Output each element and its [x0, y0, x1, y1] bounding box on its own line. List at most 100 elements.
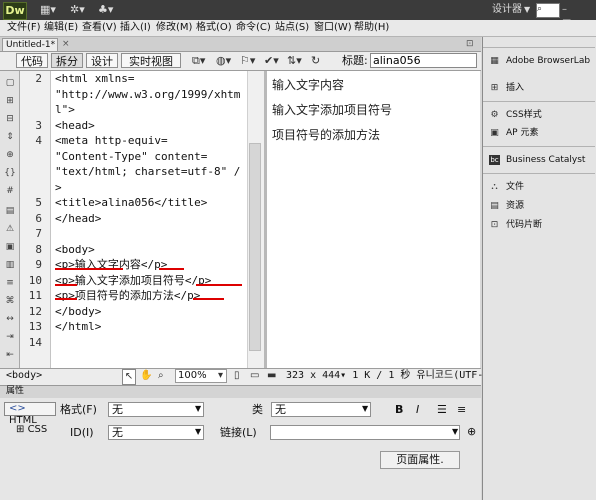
expand-all-icon[interactable]: ⇕ — [4, 131, 16, 143]
move-css-icon[interactable]: ↔ — [4, 313, 16, 325]
layout-menu-icon[interactable]: ▦▾ — [40, 3, 56, 17]
syntax-error-icon[interactable]: ⚠ — [4, 223, 16, 235]
code-line[interactable]: "http://www.w3.org/1999/xhtm — [55, 88, 240, 102]
collapse-selection-icon[interactable]: ⊟ — [4, 113, 16, 125]
chevron-down-icon[interactable]: ▾ — [218, 369, 223, 383]
apply-comment-icon[interactable]: ▣ — [4, 241, 16, 253]
panel-browserlab[interactable]: ▦ Adobe BrowserLab — [489, 55, 590, 67]
code-line[interactable]: "text/html; charset=utf-8" / — [55, 165, 240, 179]
check-icon[interactable]: ⚐▾ — [240, 54, 255, 68]
id-select[interactable]: 无 — [108, 425, 204, 440]
menu-modify[interactable]: 修改(M) — [156, 22, 192, 34]
panel-snippets[interactable]: ⊡ 代码片断 — [489, 219, 542, 231]
split-view-button[interactable]: 拆分 — [51, 53, 83, 68]
indent-icon[interactable]: ⇥ — [4, 331, 16, 343]
refresh-icon[interactable]: ↻ — [311, 54, 320, 68]
code-line[interactable]: l"> — [55, 103, 75, 117]
site-icon[interactable]: ♣▾ — [98, 3, 113, 17]
point-to-file-icon[interactable]: ⊕ — [467, 425, 476, 439]
validate-icon[interactable]: ✔▾ — [264, 54, 279, 68]
panel-insert[interactable]: ⊞ 插入 — [489, 82, 524, 94]
balance-braces-icon[interactable]: {} — [4, 167, 16, 179]
close-icon[interactable]: × — [62, 38, 70, 51]
code-line[interactable]: <p>输入文字添加项目符号</p> — [55, 274, 211, 288]
bold-button[interactable]: B — [395, 403, 403, 417]
code-line[interactable]: <meta http-equiv= — [55, 134, 168, 148]
remove-comment-icon[interactable]: ▥ — [4, 259, 16, 271]
design-paragraph[interactable]: 项目符号的添加方法 — [272, 127, 380, 143]
highlight-invalid-icon[interactable]: ▤ — [4, 205, 16, 217]
file-management-icon[interactable]: ⇅▾ — [287, 54, 302, 68]
line-number: 4 — [35, 134, 42, 147]
properties-header — [0, 385, 481, 399]
menu-site[interactable]: 站点(S) — [275, 22, 309, 34]
code-view-button[interactable]: 代码 — [16, 53, 48, 68]
menu-format[interactable]: 格式(O) — [196, 22, 232, 34]
menu-commands[interactable]: 命令(C) — [236, 22, 271, 34]
gear-icon[interactable]: ✲▾ — [70, 3, 85, 17]
code-line[interactable]: <head> — [55, 119, 95, 133]
tablet-size-icon[interactable]: ▭ — [250, 369, 259, 383]
multiscreen-icon[interactable]: ⧉▾ — [192, 54, 205, 68]
code-line[interactable]: <p>项目符号的添加方法</p> — [55, 289, 200, 303]
link-input[interactable] — [270, 425, 460, 440]
title-input[interactable] — [370, 53, 477, 68]
document-tab[interactable]: Untitled-1* — [2, 38, 58, 51]
open-documents-icon[interactable]: ▢ — [4, 77, 16, 89]
panel-css-styles[interactable]: ⚙ CSS样式 — [489, 109, 541, 121]
format-label: 格式(F) — [60, 403, 97, 416]
panel-ap-elements[interactable]: ▣ AP 元素 — [489, 127, 538, 139]
select-tool-icon[interactable]: ↖ — [122, 369, 136, 385]
menu-view[interactable]: 查看(V) — [82, 22, 117, 34]
tag-selector[interactable]: <body> — [6, 369, 42, 383]
panel-assets[interactable]: ▤ 资源 — [489, 200, 524, 212]
recent-snippets-icon[interactable]: ⌘ — [4, 295, 16, 307]
menu-window[interactable]: 窗口(W) — [314, 22, 352, 34]
design-view-button[interactable]: 设计 — [86, 53, 118, 68]
class-select[interactable]: 无 — [271, 402, 371, 417]
design-paragraph[interactable]: 输入文字添加项目符号 — [272, 102, 392, 118]
line-numbers-icon[interactable]: # — [4, 185, 16, 197]
preview-icon[interactable]: ◍▾ — [216, 54, 231, 68]
italic-button[interactable]: I — [416, 403, 419, 417]
code-line[interactable]: <body> — [55, 243, 95, 257]
code-line[interactable]: <html xmlns= — [55, 72, 134, 86]
menu-insert[interactable]: 插入(I) — [120, 22, 151, 34]
panel-business-catalyst[interactable]: bc Business Catalyst — [489, 154, 585, 166]
code-line[interactable]: </head> — [55, 212, 101, 226]
restore-icon[interactable]: ⊡ — [466, 38, 474, 50]
css-mode-button[interactable]: ⊞ CSS — [16, 424, 47, 436]
format-select[interactable]: 无 — [108, 402, 204, 417]
panel-files[interactable]: ⛬ 文件 — [489, 181, 524, 193]
html-mode-button[interactable]: <> HTML — [4, 402, 56, 426]
mobile-size-icon[interactable]: ▯ — [234, 369, 240, 383]
files-icon: ⛬ — [491, 181, 498, 192]
red-underline — [55, 298, 77, 300]
snippets-icon: ⊡ — [490, 219, 499, 230]
design-paragraph[interactable]: 输入文字内容 — [272, 77, 344, 93]
chevron-down-icon[interactable]: ▼ — [524, 3, 530, 17]
live-view-button[interactable]: 实时视图 — [121, 53, 181, 68]
menu-edit[interactable]: 编辑(E) — [44, 22, 78, 34]
outdent-icon[interactable]: ⇤ — [4, 349, 16, 361]
select-parent-icon[interactable]: ⊕ — [4, 149, 16, 161]
zoom-tool-icon[interactable]: ⌕ — [158, 369, 164, 383]
ordered-list-icon[interactable]: ≡ — [457, 403, 466, 417]
wrap-tag-icon[interactable]: ≡ — [4, 277, 16, 289]
properties-title: 属性 — [6, 386, 25, 396]
code-line[interactable]: <title>alina056</title> — [55, 196, 207, 210]
page-properties-button[interactable]: 页面属性. — [380, 451, 460, 469]
unordered-list-icon[interactable]: ☰ — [437, 403, 447, 417]
desktop-size-icon[interactable]: ▬ — [267, 369, 276, 383]
code-line[interactable]: > — [55, 181, 62, 195]
assets-icon: ▤ — [490, 200, 499, 211]
collapse-tag-icon[interactable]: ⊞ — [4, 95, 16, 107]
menu-file[interactable]: 文件(F) — [7, 22, 41, 34]
code-line[interactable]: </html> — [55, 320, 101, 334]
code-line[interactable]: </body> — [55, 305, 101, 319]
scrollbar-thumb[interactable] — [249, 143, 261, 351]
workspace-switcher[interactable]: 设计器 — [474, 3, 522, 17]
code-line[interactable]: "Content-Type" content= — [55, 150, 207, 164]
hand-tool-icon[interactable]: ✋ — [140, 369, 152, 383]
menu-help[interactable]: 帮助(H) — [354, 22, 389, 34]
